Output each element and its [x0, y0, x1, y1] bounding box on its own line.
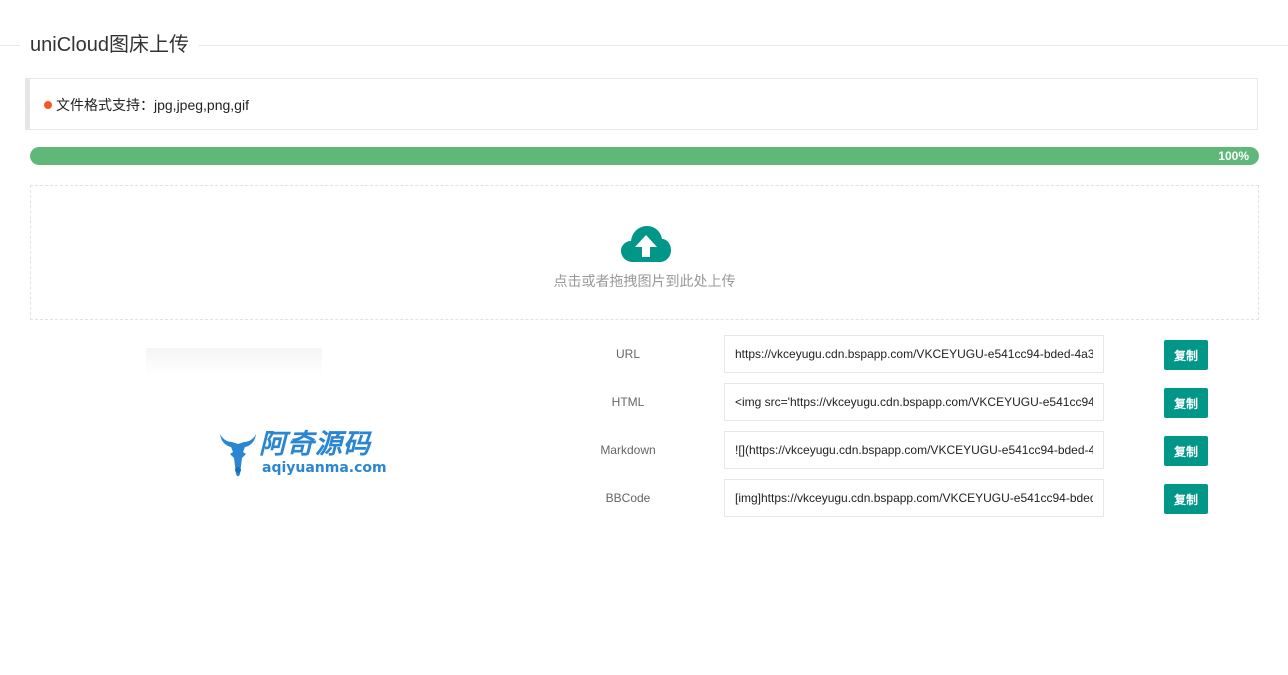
logo-chinese-text: 阿奇源码 [259, 429, 371, 460]
url-field[interactable] [724, 335, 1104, 373]
link-row-markdown: Markdown 复制 [560, 431, 1260, 469]
url-label: URL [615, 347, 640, 361]
link-row-url: URL 复制 [560, 335, 1260, 373]
html-label: HTML [611, 395, 645, 409]
copy-html-button[interactable]: 复制 [1164, 388, 1208, 418]
cloud-upload-icon [621, 226, 671, 262]
copy-url-button[interactable]: 复制 [1164, 340, 1208, 370]
image-preview-frame [146, 348, 322, 376]
bbcode-field[interactable] [724, 479, 1104, 517]
bbcode-label: BBCode [605, 491, 651, 505]
markdown-field[interactable] [724, 431, 1104, 469]
notice-text: 文件格式支持：jpg,jpeg,png,gif [56, 97, 249, 113]
copy-bbcode-button[interactable]: 复制 [1164, 484, 1208, 514]
dropzone-hint: 点击或者拖拽图片到此处上传 [553, 273, 736, 289]
link-row-bbcode: BBCode 复制 [560, 479, 1260, 517]
preview-image: 阿奇源码 aqiyuanma.com [218, 429, 387, 480]
html-field[interactable] [724, 383, 1104, 421]
upload-dropzone[interactable]: 点击或者拖拽图片到此处上传 [30, 185, 1259, 320]
notice-dot-icon [44, 101, 52, 109]
upload-progress-bar: 100% [30, 147, 1259, 165]
copy-markdown-button[interactable]: 复制 [1164, 436, 1208, 466]
logo-domain-text: aqiyuanma.com [262, 460, 387, 476]
link-row-html: HTML 复制 [560, 383, 1260, 421]
format-notice: 文件格式支持：jpg,jpeg,png,gif [25, 78, 1258, 130]
page-title: uniCloud图床上传 [20, 33, 199, 57]
bull-logo-icon [220, 434, 256, 477]
progress-fill [30, 147, 1259, 165]
markdown-label: Markdown [600, 443, 656, 457]
progress-label: 100% [1218, 149, 1249, 163]
